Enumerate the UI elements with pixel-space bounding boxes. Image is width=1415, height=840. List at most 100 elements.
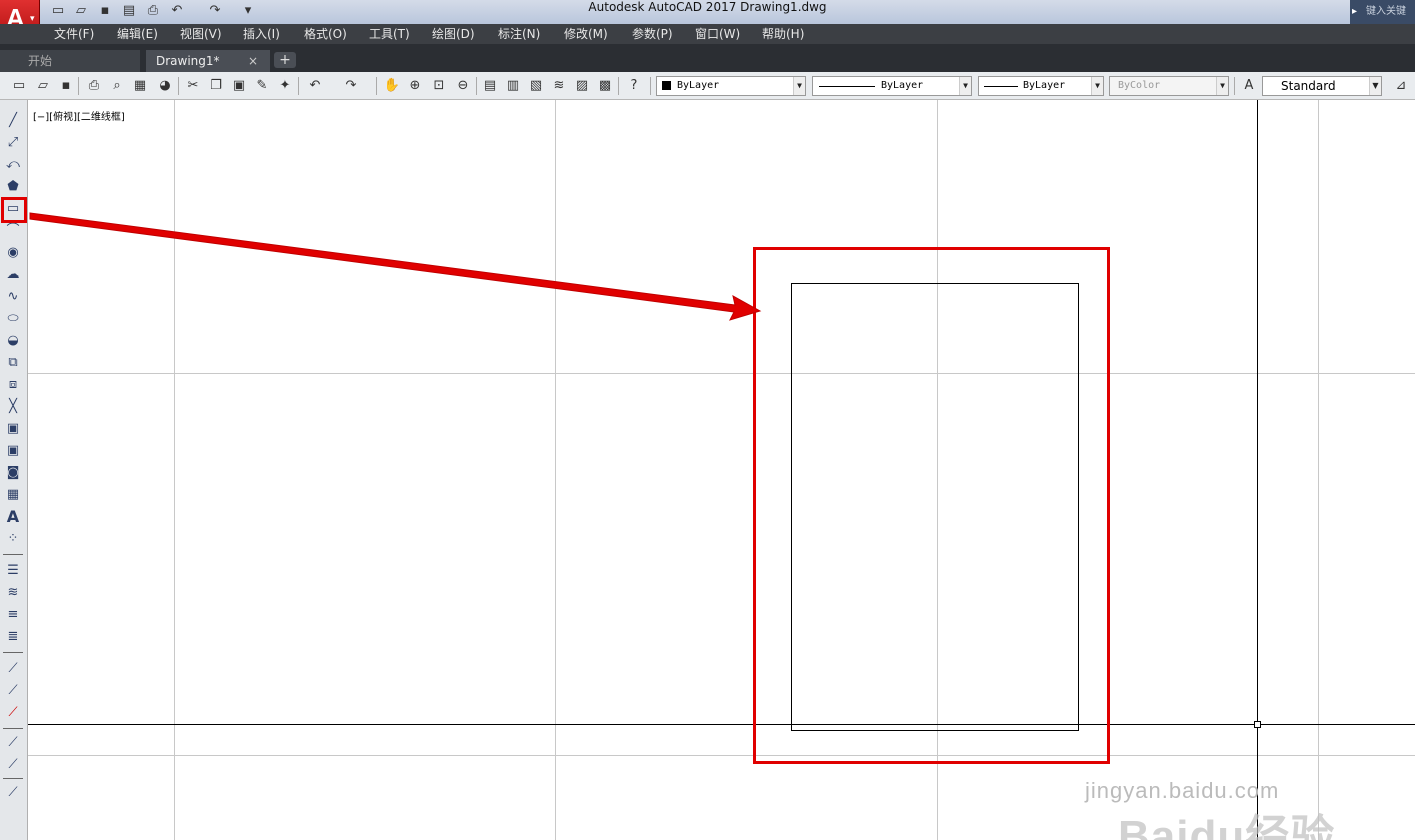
drawn-rectangle[interactable] bbox=[791, 283, 1079, 731]
open-icon[interactable]: ▱ bbox=[34, 77, 52, 95]
copy-icon[interactable]: ❐ bbox=[207, 77, 225, 95]
table-icon[interactable]: ▦ bbox=[4, 486, 22, 504]
ellipse-arc-icon[interactable]: ◒ bbox=[4, 332, 22, 350]
linetype-control-select[interactable]: ByLayer ▼ bbox=[812, 76, 972, 96]
lineweight-control-select[interactable]: ByLayer ▼ bbox=[978, 76, 1104, 96]
tab-drawing1[interactable]: Drawing1* × bbox=[146, 50, 270, 72]
plot-icon[interactable]: ⎙ bbox=[85, 77, 103, 95]
menu-view[interactable]: 视图(V) bbox=[180, 24, 222, 44]
tool-palettes-icon[interactable]: ▧ bbox=[527, 77, 545, 95]
pan-icon[interactable]: ✋ bbox=[383, 77, 401, 95]
menu-draw[interactable]: 绘图(D) bbox=[432, 24, 475, 44]
toolbar-separator bbox=[618, 77, 619, 95]
close-icon[interactable]: × bbox=[248, 50, 258, 72]
pickbox bbox=[1254, 721, 1261, 728]
plotstyle-value: ByColor bbox=[1118, 80, 1161, 91]
chevron-down-icon: ▼ bbox=[1216, 77, 1228, 95]
redo-icon[interactable]: ↷ bbox=[342, 77, 360, 95]
menu-help[interactable]: 帮助(H) bbox=[762, 24, 804, 44]
layer-match-icon[interactable]: ≣ bbox=[4, 628, 22, 646]
polygon-icon[interactable]: ⬟ bbox=[4, 178, 22, 196]
toolbar-separator bbox=[3, 778, 23, 779]
cut-icon[interactable]: ✂ bbox=[184, 77, 202, 95]
color-control-select[interactable]: ByLayer ▼ bbox=[656, 76, 806, 96]
revision-cloud-icon[interactable]: ☁ bbox=[4, 266, 22, 284]
3d-print-icon[interactable]: ◕ bbox=[156, 77, 174, 95]
plot-preview-icon[interactable]: ⌕ bbox=[108, 77, 126, 95]
save-icon[interactable]: ▪ bbox=[57, 77, 75, 95]
design-center-icon[interactable]: ▥ bbox=[504, 77, 522, 95]
menu-dimension[interactable]: 标注(N) bbox=[498, 24, 540, 44]
osnap-intersection-icon[interactable]: ⟋ bbox=[4, 704, 22, 722]
add-selected-icon[interactable]: ⁘ bbox=[4, 530, 22, 548]
toolbar-separator bbox=[78, 77, 79, 95]
zoom-window-icon[interactable]: ⊡ bbox=[430, 77, 448, 95]
ellipse-icon[interactable]: ⬭ bbox=[4, 310, 22, 328]
toolbar-separator bbox=[298, 77, 299, 95]
dimension-style-icon[interactable]: ⊿ bbox=[1392, 77, 1410, 95]
block-editor-icon[interactable]: ✦ bbox=[276, 77, 294, 95]
layer-state-icon[interactable]: ≋ bbox=[4, 584, 22, 602]
menu-parametric[interactable]: 参数(P) bbox=[632, 24, 673, 44]
hatch-icon[interactable]: ▣ bbox=[4, 420, 22, 438]
osnap-midpoint-icon[interactable]: ⟋ bbox=[4, 682, 22, 700]
properties-icon[interactable]: ▤ bbox=[481, 77, 499, 95]
osnap-settings-icon[interactable]: ⟋ bbox=[4, 784, 22, 802]
new-icon[interactable]: ▭ bbox=[10, 77, 28, 95]
insert-block-icon[interactable]: ⧉ bbox=[4, 354, 22, 372]
chevron-right-icon[interactable]: ▸ bbox=[1352, 0, 1364, 24]
undo-icon[interactable]: ↶ bbox=[306, 77, 324, 95]
publish-icon[interactable]: ▦ bbox=[131, 77, 149, 95]
menu-window[interactable]: 窗口(W) bbox=[695, 24, 740, 44]
menu-insert[interactable]: 插入(I) bbox=[243, 24, 280, 44]
spline-icon[interactable]: ∿ bbox=[4, 288, 22, 306]
drawing-canvas[interactable]: [−][俯视][二维线框] Baidu经验 bbox=[28, 100, 1415, 840]
text-style-select[interactable]: Standard ▼ bbox=[1262, 76, 1382, 96]
toolbar-separator bbox=[3, 554, 23, 555]
markup-icon[interactable]: ▨ bbox=[573, 77, 591, 95]
menu-format[interactable]: 格式(O) bbox=[304, 24, 347, 44]
help-icon[interactable]: ? bbox=[625, 77, 643, 95]
arc-icon[interactable]: ⌒ bbox=[4, 222, 22, 240]
menu-edit[interactable]: 编辑(E) bbox=[117, 24, 158, 44]
viewport-controls[interactable]: [−][俯视][二维线框] bbox=[33, 108, 125, 123]
menu-tools[interactable]: 工具(T) bbox=[369, 24, 410, 44]
zoom-previous-icon[interactable]: ⊖ bbox=[454, 77, 472, 95]
sheet-set-icon[interactable]: ≋ bbox=[550, 77, 568, 95]
make-block-icon[interactable]: ⧈ bbox=[4, 376, 22, 394]
polyline-icon[interactable]: ⤺ bbox=[4, 156, 22, 174]
zoom-realtime-icon[interactable]: ⊕ bbox=[406, 77, 424, 95]
gradient-icon[interactable]: ▣ bbox=[4, 442, 22, 460]
crosshair-cursor bbox=[28, 100, 1415, 840]
color-swatch bbox=[662, 81, 671, 90]
osnap-endpoint-icon[interactable]: ⟋ bbox=[4, 660, 22, 678]
paste-icon[interactable]: ▣ bbox=[230, 77, 248, 95]
circle-icon[interactable]: ◉ bbox=[4, 244, 22, 262]
point-icon[interactable]: ╳ bbox=[4, 398, 22, 416]
color-value: ByLayer bbox=[677, 80, 720, 91]
multiline-text-icon[interactable]: A bbox=[4, 508, 22, 526]
annotation-highlight-box bbox=[753, 247, 1110, 764]
toolbar-separator bbox=[650, 77, 651, 95]
toolbar-separator bbox=[476, 77, 477, 95]
linetype-sample bbox=[819, 86, 875, 87]
new-tab-button[interactable]: + bbox=[274, 52, 296, 68]
text-style-icon[interactable]: A bbox=[1240, 77, 1258, 95]
quickcalc-icon[interactable]: ▩ bbox=[596, 77, 614, 95]
layer-properties-icon[interactable]: ☰ bbox=[4, 562, 22, 580]
line-icon[interactable]: ╱ bbox=[4, 112, 22, 130]
tab-drawing1-label: Drawing1* bbox=[156, 54, 220, 68]
tab-start[interactable]: 开始 bbox=[0, 50, 140, 72]
toolbar-separator bbox=[376, 77, 377, 95]
menu-file[interactable]: 文件(F) bbox=[54, 24, 94, 44]
rectangle-tool-highlight bbox=[1, 197, 27, 223]
layer-previous-icon[interactable]: ≡ bbox=[4, 606, 22, 624]
tab-start-label: 开始 bbox=[28, 54, 53, 68]
construction-line-icon[interactable]: ⤢ bbox=[4, 134, 22, 152]
match-properties-icon[interactable]: ✎ bbox=[253, 77, 271, 95]
osnap-node-icon[interactable]: ⟋ bbox=[4, 756, 22, 774]
region-icon[interactable]: ◙ bbox=[4, 464, 22, 482]
menu-modify[interactable]: 修改(M) bbox=[564, 24, 608, 44]
toolbar-separator bbox=[3, 728, 23, 729]
osnap-center-icon[interactable]: ⟋ bbox=[4, 734, 22, 752]
